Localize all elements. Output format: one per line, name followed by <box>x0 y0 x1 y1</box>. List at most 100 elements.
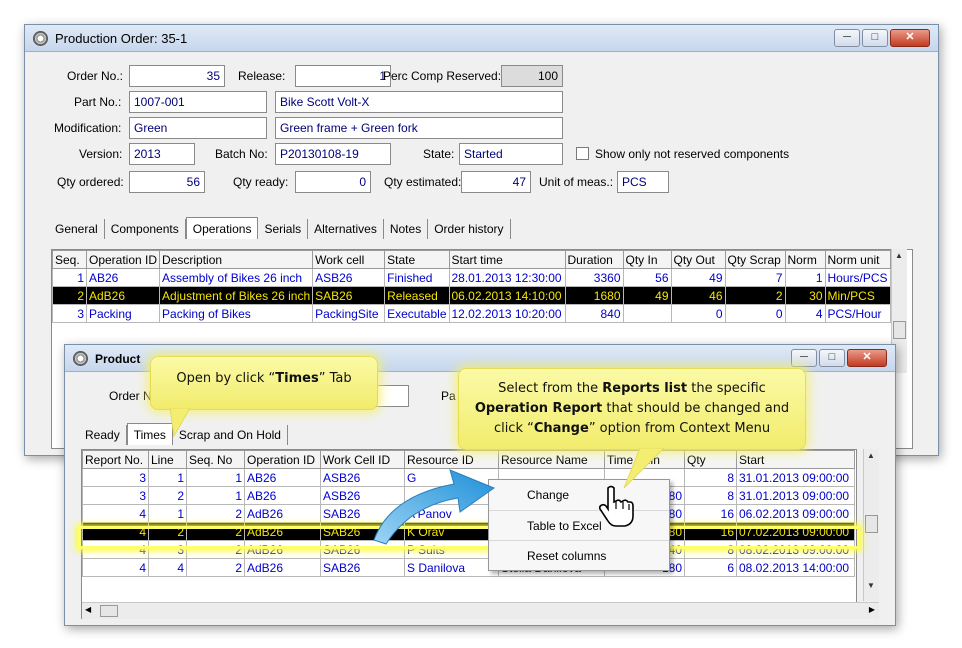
table-cell: 2 <box>148 522 187 541</box>
column-header[interactable]: Report No. <box>82 450 149 469</box>
tab-general[interactable]: General <box>49 219 105 239</box>
tab-notes[interactable]: Notes <box>384 219 429 239</box>
operation-row[interactable]: 1 AB26 Assembly of Bikes 26 inch ASB26 Finis… <box>52 268 891 287</box>
order-no-field[interactable]: 35 <box>129 65 225 87</box>
release-field[interactable]: 1 <box>295 65 391 87</box>
table-cell: 31.01.2013 09:00:00 <box>736 486 855 505</box>
callout-bold: Reports list <box>602 381 688 396</box>
minimize-icon[interactable]: ─ <box>834 29 860 47</box>
scroll-thumb[interactable] <box>865 515 878 533</box>
table-cell: 2 <box>186 540 245 559</box>
callout-bold: Operation Report <box>474 401 603 416</box>
table-cell: 1680 <box>564 286 624 305</box>
column-header[interactable]: Qty Out <box>670 250 726 269</box>
column-header[interactable]: Start time <box>448 250 566 269</box>
column-header[interactable]: Line <box>148 450 187 469</box>
times-hscrollbar[interactable]: ◀ ▶ <box>82 602 879 619</box>
unit-field[interactable]: PCS <box>617 171 669 193</box>
app-icon <box>33 31 48 46</box>
qty-est-label: Qty estimated: <box>384 175 462 189</box>
callout-pointer <box>623 448 665 489</box>
table-cell: AdB26 <box>244 504 321 523</box>
column-header[interactable]: Seq. <box>52 250 87 269</box>
maximize-icon[interactable]: □ <box>819 349 845 367</box>
version-field[interactable]: 2013 <box>129 143 195 165</box>
column-header[interactable]: Qty In <box>622 250 672 269</box>
part-no-field[interactable]: 1007-001 <box>129 91 267 113</box>
callout-bold: Change <box>533 421 589 436</box>
tab-order-history[interactable]: Order history <box>428 219 511 239</box>
column-header[interactable]: Resource Name <box>498 450 605 469</box>
table-cell: Executable <box>384 304 450 323</box>
scroll-right-icon[interactable]: ▶ <box>869 605 875 614</box>
column-header[interactable]: Qty Scrap <box>724 250 786 269</box>
qty-est-field[interactable]: 47 <box>461 171 531 193</box>
scroll-down-icon[interactable]: ▼ <box>864 579 878 593</box>
minimize-icon[interactable]: ─ <box>791 349 817 367</box>
scroll-up-icon[interactable]: ▲ <box>892 249 906 263</box>
table-cell: Packing of Bikes <box>159 304 314 323</box>
close-icon[interactable]: ✕ <box>847 349 887 367</box>
show-only-label: Show only not reserved components <box>595 147 790 161</box>
table-cell: 0 <box>724 304 786 323</box>
callout-bold: Times <box>275 371 319 386</box>
times-vscrollbar[interactable]: ▲ ▼ <box>863 449 879 601</box>
column-header[interactable]: Start <box>736 450 855 469</box>
release-label: Release: <box>238 69 286 83</box>
table-cell: PackingSite <box>312 304 386 323</box>
table-cell: 16 <box>684 504 737 523</box>
modification-desc-field[interactable]: Green frame + Green fork <box>275 117 563 139</box>
column-header[interactable]: Work cell <box>312 250 386 269</box>
perc-field: 100 <box>501 65 563 87</box>
column-header[interactable]: Description <box>159 250 314 269</box>
column-header[interactable]: Norm unit <box>824 250 891 269</box>
perc-label: Perc Comp Reserved: <box>383 69 502 83</box>
column-header[interactable]: State <box>384 250 450 269</box>
tab-ready[interactable]: Ready <box>79 425 127 445</box>
column-header[interactable]: Seq. No <box>186 450 245 469</box>
batch-field[interactable]: P20130108-19 <box>275 143 391 165</box>
column-header[interactable]: Duration <box>564 250 624 269</box>
hscroll-thumb[interactable] <box>100 605 118 617</box>
table-cell: 12.02.2013 10:20:00 <box>448 304 566 323</box>
column-header[interactable]: Operation ID <box>85 250 161 269</box>
table-cell: 3 <box>148 540 187 559</box>
callout-text: the specific <box>687 381 766 396</box>
column-header[interactable]: Qty <box>684 450 737 469</box>
table-cell: 4 <box>82 522 149 541</box>
qty-ordered-label: Qty ordered: <box>57 175 124 189</box>
time-report-row[interactable]: 442AdB26SAB26S DanilovaStella Danilova18… <box>82 558 855 577</box>
state-label: State: <box>423 147 455 161</box>
part-desc-field[interactable]: Bike Scott Volt-X <box>275 91 563 113</box>
tab-alternatives[interactable]: Alternatives <box>308 219 384 239</box>
table-cell: Assembly of Bikes 26 inch <box>159 268 314 287</box>
table-cell: 16 <box>684 522 737 541</box>
show-only-checkbox[interactable] <box>576 147 589 160</box>
operation-row[interactable]: 2 AdB26 Adjustment of Bikes 26 inch SAB26 Re… <box>52 286 891 305</box>
modification-field[interactable]: Green <box>129 117 267 139</box>
table-cell: 2 <box>148 486 187 505</box>
main-tabs: General Components Operations Serials Al… <box>49 217 511 239</box>
column-header[interactable]: Operation ID <box>244 450 321 469</box>
maximize-icon[interactable]: □ <box>862 29 888 47</box>
tab-operations[interactable]: Operations <box>185 217 259 239</box>
table-cell: 30 <box>784 286 826 305</box>
menu-reset-columns[interactable]: Reset columns <box>489 540 669 570</box>
qty-ordered-field[interactable]: 56 <box>129 171 205 193</box>
table-cell: SAB26 <box>312 286 386 305</box>
table-cell: 46 <box>670 286 726 305</box>
table-cell: 4 <box>148 558 187 577</box>
qty-ready-field[interactable]: 0 <box>295 171 371 193</box>
column-header[interactable]: Norm <box>784 250 826 269</box>
second-pa-label: Pa <box>441 389 456 403</box>
menu-table-to-excel[interactable]: Table to Excel <box>489 510 669 540</box>
scroll-thumb[interactable] <box>893 321 906 339</box>
tab-serials[interactable]: Serials <box>258 219 309 239</box>
close-icon[interactable]: ✕ <box>890 29 930 47</box>
callout-text: click “ <box>493 421 534 436</box>
scroll-up-icon[interactable]: ▲ <box>864 449 878 463</box>
operation-row[interactable]: 3 Packing Packing of Bikes PackingSite Execu… <box>52 304 891 323</box>
state-field[interactable]: Started <box>459 143 563 165</box>
tab-components[interactable]: Components <box>105 219 186 239</box>
scroll-left-icon[interactable]: ◀ <box>85 605 91 614</box>
